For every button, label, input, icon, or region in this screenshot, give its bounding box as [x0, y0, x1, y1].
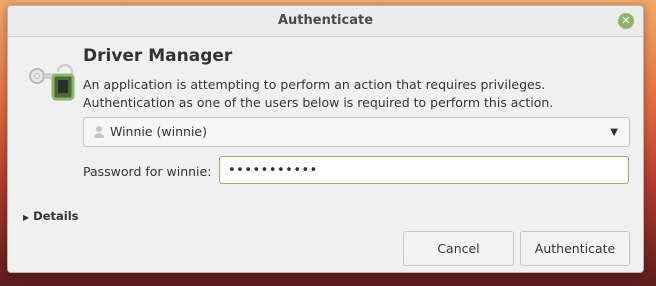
password-label: Password for winnie: — [83, 164, 212, 179]
authenticate-dialog: Authenticate ✕ Driver Manager An applica… — [7, 5, 644, 273]
authenticate-button[interactable]: Authenticate — [520, 231, 630, 266]
auth-message: An application is attempting to perform … — [83, 77, 554, 110]
details-expander[interactable]: ▶ Details — [23, 209, 79, 223]
selected-user: Winnie (winnie) — [110, 124, 207, 139]
dropdown-arrow-icon: ▼ — [610, 127, 618, 138]
close-icon: ✕ — [621, 14, 631, 27]
window-title: Authenticate — [277, 13, 374, 28]
lock-icon — [29, 63, 75, 101]
cancel-button[interactable]: Cancel — [403, 231, 514, 266]
close-button[interactable]: ✕ — [618, 13, 634, 29]
user-icon — [94, 126, 104, 138]
user-select[interactable]: Winnie (winnie) ▼ — [83, 117, 630, 147]
details-label: Details — [33, 209, 79, 223]
dialog-titlebar: Authenticate ✕ — [8, 6, 643, 37]
expand-arrow-icon: ▶ — [23, 213, 30, 222]
app-title: Driver Manager — [83, 46, 233, 66]
password-input[interactable] — [219, 156, 629, 184]
